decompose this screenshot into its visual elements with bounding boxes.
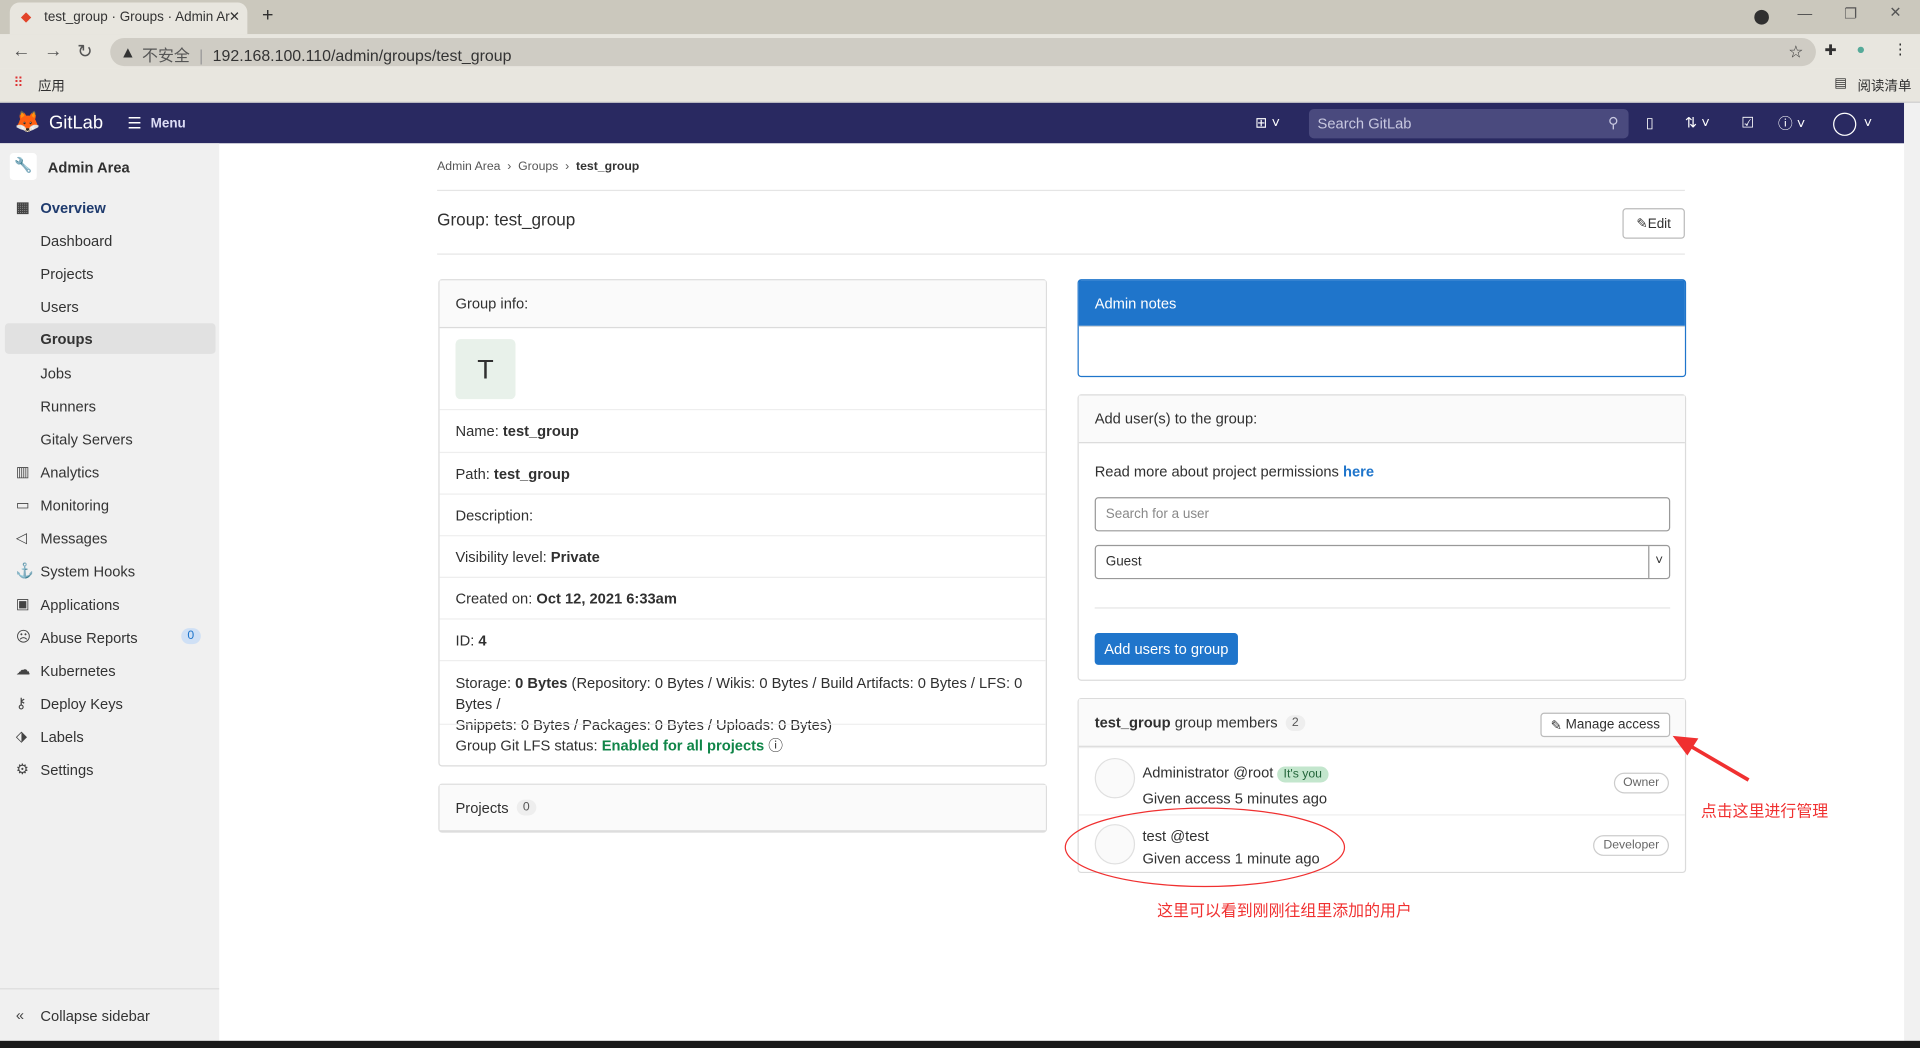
annotation-ellipse (1064, 807, 1346, 888)
annotation-arrowhead (1672, 735, 1699, 756)
annotation-arrow-note: 点击这里进行管理 (1700, 802, 1829, 821)
annotation-circle-note: 这里可以看到刚刚往组里添加的用户 (1157, 901, 1412, 920)
taskbar (0, 1040, 1920, 1048)
annotation-arrow (1688, 744, 1750, 782)
annotation-layer (1064, 735, 1750, 888)
